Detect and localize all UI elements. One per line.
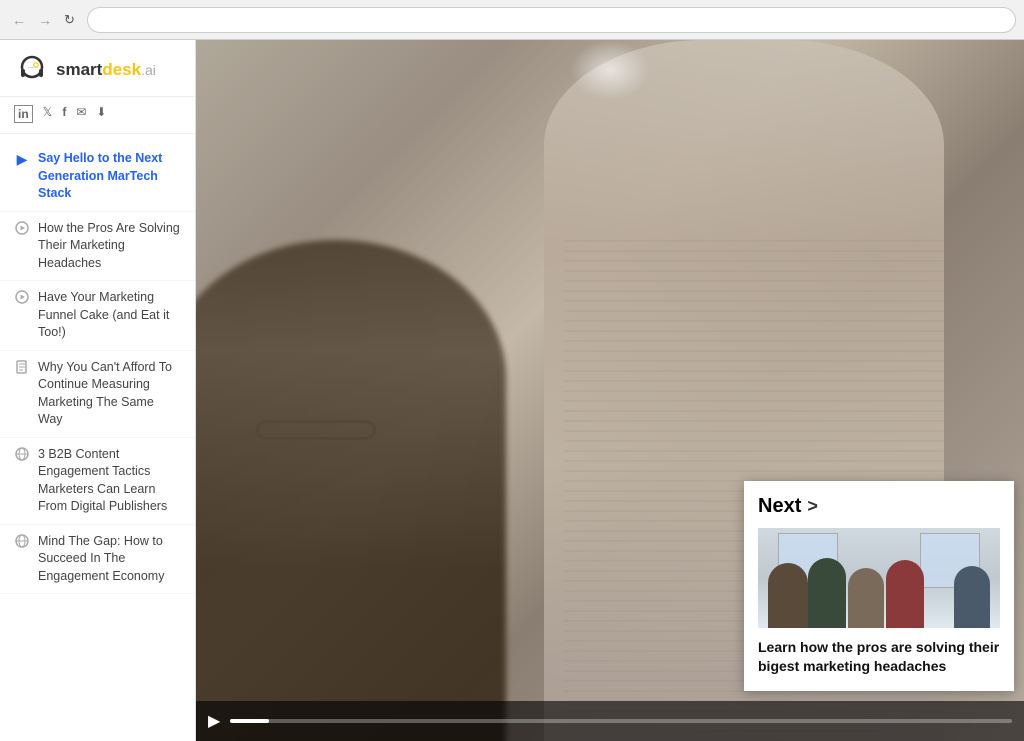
thumb-person-1 [768,563,808,628]
globe-icon-6 [14,534,30,551]
thumb-person-4 [886,560,924,628]
nav-list: ▶ Say Hello to the Next Generation MarTe… [0,134,195,602]
download-icon[interactable]: ⬇ [96,105,106,123]
nav-item-3[interactable]: Have Your Marketing Funnel Cake (and Eat… [0,281,195,351]
video-frame[interactable]: ▶ Next > [196,40,1024,741]
next-caption: Learn how the pros are solving their big… [758,638,1000,677]
sidebar: ... smartdesk.ai in 𝕏 f ✉ ⬇ ▶ Say Hello … [0,40,196,741]
play-icon-1: ▶ [14,151,30,168]
nav-item-1[interactable]: ▶ Say Hello to the Next Generation MarTe… [0,142,195,212]
address-bar[interactable] [87,7,1016,33]
play-button[interactable]: ▶ [208,711,220,731]
logo-icon: ... [14,52,50,88]
nav-item-5[interactable]: 3 B2B Content Engagement Tactics Markete… [0,438,195,525]
thumb-person-2 [808,558,846,628]
nav-item-text-2: How the Pros Are Solving Their Marketing… [38,220,181,273]
thumb-person-5 [954,566,990,628]
progress-bar[interactable] [230,719,1012,723]
next-card: Next > Learn how the pros are solv [744,481,1014,691]
document-icon-4 [14,360,30,377]
play-outline-icon-3 [14,290,30,307]
svg-text:...: ... [28,63,34,70]
next-text: Next [758,495,801,518]
next-label: Next > [758,495,1000,518]
main-layout: ... smartdesk.ai in 𝕏 f ✉ ⬇ ▶ Say Hello … [0,40,1024,741]
glasses-hint [256,420,376,440]
facebook-icon[interactable]: f [62,105,66,123]
content-area: ▶ Next > [196,40,1024,741]
nav-buttons: ← → ↻ [8,10,79,30]
video-controls: ▶ [196,701,1024,741]
email-icon[interactable]: ✉ [76,105,86,123]
nav-item-2[interactable]: How the Pros Are Solving Their Marketing… [0,212,195,282]
globe-icon-5 [14,447,30,464]
nav-item-text-6: Mind The Gap: How to Succeed In The Enga… [38,533,181,586]
social-icons-bar: in 𝕏 f ✉ ⬇ [0,97,195,134]
person-front [196,240,506,741]
refresh-button[interactable]: ↻ [60,10,79,30]
nav-item-6[interactable]: Mind The Gap: How to Succeed In The Enga… [0,525,195,595]
nav-item-text-5: 3 B2B Content Engagement Tactics Markete… [38,446,181,516]
forward-button[interactable]: → [34,10,56,30]
nav-item-text-3: Have Your Marketing Funnel Cake (and Eat… [38,289,181,342]
nav-item-4[interactable]: Why You Can't Afford To Continue Measuri… [0,351,195,438]
play-outline-icon-2 [14,221,30,238]
back-button[interactable]: ← [8,10,30,30]
next-thumbnail[interactable] [758,528,1000,628]
linkedin-icon[interactable]: in [14,105,33,123]
light-source [570,40,650,100]
nav-item-text-1: Say Hello to the Next Generation MarTech… [38,150,181,203]
thumb-person-3 [848,568,884,628]
twitter-icon[interactable]: 𝕏 [43,105,53,123]
logo-container: ... smartdesk.ai [14,52,181,88]
next-arrow: > [807,496,818,517]
logo-area: ... smartdesk.ai [0,40,195,97]
logo-text: smartdesk.ai [56,60,156,80]
nav-item-text-4: Why You Can't Afford To Continue Measuri… [38,359,181,429]
browser-chrome: ← → ↻ [0,0,1024,40]
progress-fill [230,719,269,723]
